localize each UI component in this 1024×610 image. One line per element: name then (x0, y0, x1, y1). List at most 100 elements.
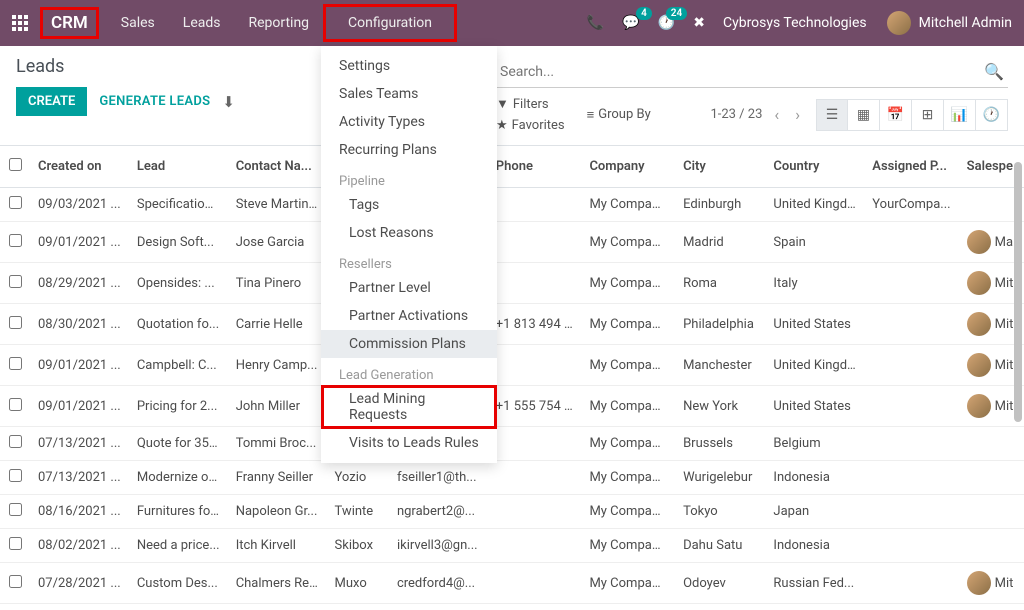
table-row[interactable]: 07/13/2021 ...Modernize ol...Franny Seil… (0, 461, 1024, 495)
user-avatar (887, 11, 911, 35)
view-pivot[interactable]: ⊞ (912, 99, 944, 131)
row-checkbox[interactable] (9, 398, 22, 411)
cell: Cleaning sub... (129, 604, 228, 610)
company-selector[interactable]: Cybrosys Technologies (723, 15, 867, 31)
nav-reporting[interactable]: Reporting (234, 3, 323, 43)
pager-next[interactable]: › (791, 101, 804, 128)
row-checkbox[interactable] (9, 469, 22, 482)
dropdown-item[interactable]: Settings (321, 52, 497, 80)
phone-icon[interactable]: 📞 (587, 15, 604, 31)
cell: +1 813 494 ... (488, 304, 582, 345)
import-button[interactable]: ⬇ (222, 93, 235, 111)
table-row[interactable]: 08/29/2021 ...Opensides: ...Tina PineroM… (0, 263, 1024, 304)
column-header[interactable]: Company (581, 146, 675, 188)
row-checkbox[interactable] (9, 234, 22, 247)
select-all-checkbox[interactable] (9, 158, 22, 171)
table-row[interactable]: 07/28/2021 ...Custom Des...Chalmers Re..… (0, 563, 1024, 604)
nav-sales[interactable]: Sales (107, 3, 169, 43)
user-menu[interactable]: Mitchell Admin (887, 11, 1012, 35)
dropdown-item[interactable]: Partner Level (321, 274, 497, 302)
cell: YourCompa... (864, 188, 958, 222)
salesperson-cell (959, 604, 1024, 610)
search-icon[interactable]: 🔍 (984, 62, 1004, 81)
settings-icon[interactable]: ✖ (693, 15, 705, 31)
view-graph[interactable]: 📊 (944, 99, 976, 131)
row-checkbox[interactable] (9, 316, 22, 329)
avatar-icon (967, 230, 991, 254)
table-row[interactable]: 09/03/2021 ...Specification...Steve Mart… (0, 188, 1024, 222)
dropdown-item[interactable]: Recurring Plans (321, 136, 497, 164)
activities-icon[interactable]: 🕐24 (658, 15, 675, 31)
dropdown-item[interactable]: Lost Reasons (321, 219, 497, 247)
activities-badge: 24 (666, 7, 687, 20)
row-checkbox[interactable] (9, 537, 22, 550)
cell: Tommi Broc... (228, 427, 327, 461)
table-row[interactable]: 09/01/2021 ...Campbell: C...Henry Camp..… (0, 345, 1024, 386)
filters-dropdown[interactable]: ▼ Filters (496, 96, 565, 112)
cell: Odoyev (675, 563, 765, 604)
cell (864, 427, 958, 461)
row-checkbox[interactable] (9, 435, 22, 448)
cell: Modernize ol... (129, 461, 228, 495)
avatar-icon (967, 271, 991, 295)
table-row[interactable]: 08/30/2021 ...Quotation fo...Carrie Hell… (0, 304, 1024, 345)
table-row[interactable]: 09/01/2021 ...Design Soft...Jose GarciaM… (0, 222, 1024, 263)
create-button[interactable]: CREATE (16, 87, 87, 116)
dropdown-item[interactable]: Partner Activations (321, 302, 497, 330)
view-list[interactable]: ☰ (816, 99, 848, 131)
dropdown-item[interactable]: Activity Types (321, 108, 497, 136)
topbar: CRM Sales Leads Reporting Configuration … (0, 0, 1024, 46)
table-row[interactable]: 06/15/2021 ...Cleaning sub...Elmo Espina… (0, 604, 1024, 610)
cell (864, 345, 958, 386)
cell: Henry Camp... (228, 345, 327, 386)
scrollbar[interactable] (1014, 162, 1022, 422)
row-checkbox[interactable] (9, 575, 22, 588)
table-row[interactable]: 09/01/2021 ...Pricing for 2...John Mille… (0, 386, 1024, 427)
salesperson-cell: Mit (959, 563, 1024, 604)
row-checkbox[interactable] (9, 275, 22, 288)
search-input[interactable] (500, 64, 984, 80)
cell: Itch Kirvell (228, 529, 327, 563)
cell: 07/28/2021 ... (30, 563, 129, 604)
row-checkbox[interactable] (9, 196, 22, 209)
cell: Skibox (327, 529, 389, 563)
column-header[interactable]: Contact Na... (228, 146, 327, 188)
cell (864, 604, 958, 610)
dropdown-item[interactable]: Sales Teams (321, 80, 497, 108)
generate-leads-button[interactable]: GENERATE LEADS (99, 94, 210, 109)
brand[interactable]: CRM (40, 7, 99, 39)
column-header[interactable]: Created on (30, 146, 129, 188)
cell: Indonesia (765, 529, 864, 563)
avatar-icon (967, 353, 991, 377)
cell: eespinazo5... (389, 604, 488, 610)
view-activity[interactable]: 🕐 (976, 99, 1008, 131)
cell: Amsterdam (675, 604, 765, 610)
nav-configuration[interactable]: Configuration (323, 4, 457, 42)
groupby-dropdown[interactable]: ≡ Group By (587, 107, 651, 123)
table-row[interactable]: 07/13/2021 ...Quote for 35 ...Tommi Broc… (0, 427, 1024, 461)
row-checkbox[interactable] (9, 503, 22, 516)
row-checkbox[interactable] (9, 357, 22, 370)
pager-prev[interactable]: ‹ (770, 101, 783, 128)
apps-icon[interactable] (12, 15, 28, 31)
column-header[interactable]: City (675, 146, 765, 188)
column-header[interactable]: Assigned P... (864, 146, 958, 188)
nav-leads[interactable]: Leads (169, 3, 235, 43)
column-header[interactable]: Phone (488, 146, 582, 188)
table-row[interactable]: 08/02/2021 ...Need a price...Itch Kirvel… (0, 529, 1024, 563)
table-row[interactable]: 08/16/2021 ...Furnitures fo...Napoleon G… (0, 495, 1024, 529)
favorites-dropdown[interactable]: ★ Favorites (496, 118, 565, 133)
cell (488, 263, 582, 304)
column-header[interactable]: Lead (129, 146, 228, 188)
dropdown-item[interactable]: Visits to Leads Rules (321, 429, 497, 457)
dropdown-item[interactable]: Tags (321, 191, 497, 219)
chat-icon[interactable]: 💬4 (622, 15, 639, 31)
dropdown-item[interactable]: Commission Plans (321, 330, 497, 358)
view-calendar[interactable]: 📅 (880, 99, 912, 131)
cell: 08/16/2021 ... (30, 495, 129, 529)
view-kanban[interactable]: ▦ (848, 99, 880, 131)
cell: My Compan... (581, 263, 675, 304)
dropdown-item[interactable]: Lead Mining Requests (321, 385, 497, 429)
avatar-icon (967, 394, 991, 418)
column-header[interactable]: Country (765, 146, 864, 188)
